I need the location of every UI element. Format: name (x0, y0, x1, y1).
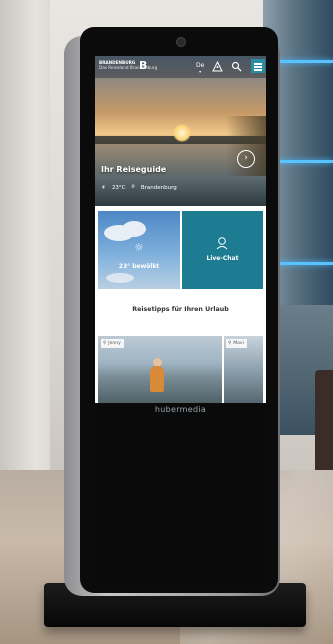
logo-mark[interactable]: B (139, 59, 147, 72)
hero-title: Ihr Reiseguide (101, 165, 167, 174)
tiles-row: ☼ 23° bewölkt Live-Chat (95, 208, 266, 290)
search-icon[interactable] (231, 61, 242, 72)
location: Brandenburg (140, 184, 177, 191)
chat-person-icon (215, 235, 229, 254)
tip-card[interactable]: ⚲ Jenny (98, 336, 222, 404)
weather-tile[interactable]: ☼ 23° bewölkt (98, 211, 180, 289)
sun (173, 124, 191, 142)
author-tag: ⚲ Mavi (226, 339, 247, 348)
hero-meta: ☀ 23°C ⌾ Brandenburg (101, 184, 177, 191)
temperature: 23°C (111, 184, 126, 191)
tip-card[interactable]: ⚲ Mavi (224, 336, 263, 404)
travel-tips-section: Reisetipps für Ihren Urlaub ⚲ Jenny ⚲ Ma… (95, 290, 266, 404)
accessibility-icon[interactable] (212, 60, 223, 72)
person (150, 366, 164, 392)
language-selector[interactable]: De ▾ (196, 62, 204, 74)
logo-text[interactable]: BRANDENBURG Das Reiseland Brandenburg (99, 60, 157, 70)
sun-icon: ☼ (134, 241, 144, 254)
user-icon: ⚲ (228, 341, 232, 346)
cloud (106, 273, 134, 283)
tips-title: Reisetipps für Ihren Urlaub (132, 306, 229, 313)
kiosk-screen: BRANDENBURG Das Reiseland Brandenburg B … (95, 56, 266, 404)
chevron-right-icon[interactable]: › (237, 150, 255, 168)
camera (176, 37, 186, 47)
top-bar: BRANDENBURG Das Reiseland Brandenburg B … (95, 56, 266, 78)
user-icon: ⚲ (103, 341, 107, 346)
author-name: Mavi (233, 341, 244, 346)
chevron-down-icon: ▾ (199, 69, 202, 74)
logo-subtitle: Das Reiseland Brandenburg (99, 65, 158, 70)
brand-label: hubermedia (154, 405, 207, 414)
language-label: De (196, 62, 205, 69)
author-name: Jenny (108, 341, 121, 346)
menu-icon[interactable] (251, 59, 265, 73)
weather-label: 23° bewölkt (118, 263, 160, 270)
live-chat-label: Live-Chat (206, 255, 239, 262)
sun-icon: ☀ (101, 184, 106, 191)
author-tag: ⚲ Jenny (101, 339, 124, 348)
location-pin-icon: ⌾ (131, 184, 135, 190)
live-chat-tile[interactable]: Live-Chat (182, 211, 263, 289)
screen-lower-black (95, 403, 266, 583)
cloud (122, 221, 146, 237)
